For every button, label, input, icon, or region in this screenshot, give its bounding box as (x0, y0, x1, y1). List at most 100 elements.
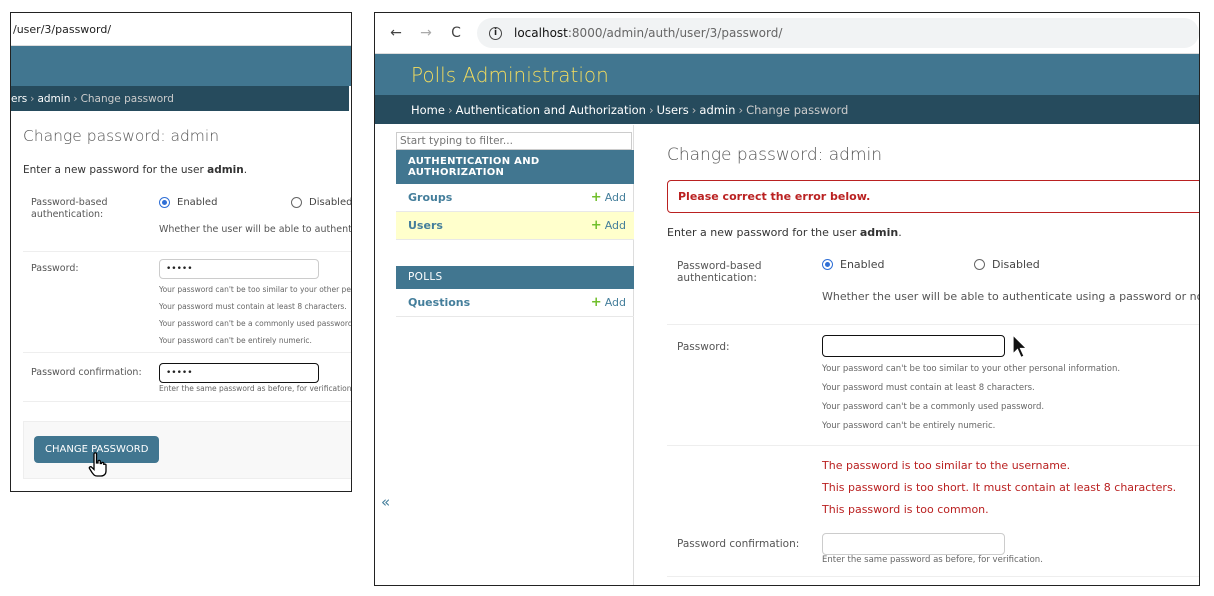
radio-unchecked-icon (291, 197, 302, 208)
page-title-text: Change password: admin (23, 127, 220, 145)
header-bar: Polls Administration (375, 54, 1199, 95)
radio-checked-icon (159, 197, 170, 208)
disabled-radio[interactable]: Disabled (291, 197, 352, 208)
site-info-icon[interactable]: i (489, 26, 502, 40)
auth-label: Password-based authentication: (677, 260, 762, 284)
add-user-link[interactable]: + Add (591, 218, 626, 233)
intro-text: Enter a new password for the user admin. (23, 164, 247, 176)
intro-username: admin (859, 226, 899, 239)
breadcrumb-separator: › (691, 102, 697, 117)
address-bar[interactable]: /user/3/password/ (11, 13, 351, 46)
enabled-radio[interactable]: Enabled (822, 258, 884, 271)
error-list: The password is too similar to the usern… (822, 455, 1176, 521)
radio-unchecked-icon (974, 259, 985, 270)
confirm-help: Enter the same password as before, for v… (822, 555, 1043, 565)
add-label: Add (604, 219, 626, 232)
add-label: Add (604, 296, 626, 309)
confirm-input[interactable] (822, 533, 1005, 555)
password-input[interactable]: ••••• (159, 259, 319, 279)
intro-username: admin (207, 164, 244, 176)
confirm-input[interactable]: ••••• (159, 363, 319, 383)
help-line: Your password must contain at least 8 ch… (159, 302, 347, 311)
password-label: Password: (677, 341, 730, 353)
url-text: /user/3/password/ (13, 22, 112, 36)
breadcrumb-separator: › (447, 102, 453, 117)
breadcrumb-separator: › (73, 92, 78, 105)
confirm-value: ••••• (166, 368, 193, 378)
add-label: Add (604, 191, 626, 204)
password-label: Password: (31, 263, 79, 274)
nav-filter-input[interactable] (396, 132, 632, 150)
auth-row: Password-based authentication: Enabled D… (23, 186, 352, 252)
users-link[interactable]: Users (408, 219, 443, 232)
breadcrumb-app[interactable]: Authentication and Authorization (456, 103, 646, 117)
auth-row: Password-based authentication: Enabled D… (667, 249, 1199, 325)
add-question-link[interactable]: + Add (591, 295, 626, 310)
breadcrumb-admin[interactable]: admin (699, 103, 735, 117)
help-line: Your password can't be a commonly used p… (159, 319, 352, 328)
help-line: Your password can't be entirely numeric. (822, 421, 996, 431)
browser-toolbar: ← → C i localhost:8000/admin/auth/user/3… (375, 13, 1199, 54)
site-title[interactable]: Polls Administration (411, 63, 609, 87)
add-group-link[interactable]: + Add (591, 190, 626, 205)
module-caption-polls[interactable]: POLLS (396, 266, 634, 289)
sidebar-item-users: Users + Add (396, 212, 634, 240)
breadcrumb-separator: › (738, 102, 744, 117)
intro-period: . (243, 164, 248, 176)
error-item: This password is too common. (822, 503, 989, 516)
enabled-radio[interactable]: Enabled (159, 197, 217, 208)
help-line: Your password can't be too similar to yo… (822, 364, 1121, 374)
breadcrumb-admin[interactable]: admin (37, 93, 70, 105)
help-line: Your password must contain at least 8 ch… (822, 383, 1035, 393)
disabled-radio[interactable]: Disabled (974, 258, 1040, 271)
toggle-sidebar-icon[interactable]: « (381, 493, 390, 511)
right-screenshot-panel: ← → C i localhost:8000/admin/auth/user/3… (374, 12, 1200, 586)
password-help: Your password can't be too similar to yo… (159, 281, 352, 349)
confirm-label: Password confirmation: (677, 538, 800, 550)
sidebar-item-questions: Questions + Add (396, 289, 634, 317)
breadcrumb-users[interactable]: Users (657, 103, 689, 117)
left-screenshot-panel: /user/3/password/ ers › admin › Change p… (10, 12, 352, 492)
password-row: Password: Your password can't be too sim… (667, 325, 1199, 446)
groups-link[interactable]: Groups (408, 191, 452, 204)
module-caption-auth[interactable]: AUTHENTICATION AND AUTHORIZATION (396, 150, 634, 184)
breadcrumb-separator: › (30, 92, 35, 105)
page-title: Change password: admin (23, 127, 219, 145)
intro-prefix: Enter a new password for the user (23, 164, 208, 176)
help-line: Your password can't be a commonly used p… (822, 402, 1045, 412)
plus-icon: + (590, 190, 602, 205)
confirm-label: Password confirmation: (31, 367, 142, 378)
password-input[interactable] (822, 335, 1005, 357)
breadcrumb-current: Change password (746, 102, 849, 117)
breadcrumb-users[interactable]: ers (11, 93, 27, 105)
page-title: Change password: admin (667, 145, 883, 165)
error-item: This password is too short. It must cont… (822, 481, 1177, 494)
auth-help: Whether the user will be able to authent… (159, 224, 352, 235)
plus-icon: + (590, 295, 602, 310)
disabled-label: Disabled (992, 258, 1040, 271)
intro-period: . (898, 226, 902, 239)
radio-checked-icon (822, 259, 833, 270)
enabled-label: Enabled (177, 197, 218, 208)
questions-link[interactable]: Questions (408, 296, 470, 309)
forward-arrow-icon[interactable]: → (411, 25, 441, 41)
url-path: :8000/admin/auth/user/3/password/ (567, 26, 783, 40)
auth-label: Password-based authentication: (31, 197, 108, 220)
password-value: ••••• (166, 264, 193, 274)
breadcrumb: ers › admin › Change password (11, 86, 349, 111)
enabled-label: Enabled (840, 258, 885, 271)
intro-text: Enter a new password for the user admin. (667, 226, 902, 239)
arrow-cursor-icon (1012, 334, 1028, 359)
back-arrow-icon[interactable]: ← (381, 25, 411, 41)
help-line: Your password can't be too similar to yo… (159, 285, 351, 294)
confirm-row: The password is too similar to the usern… (667, 455, 1199, 577)
reload-icon[interactable]: C (441, 25, 471, 41)
address-bar[interactable]: i localhost:8000/admin/auth/user/3/passw… (477, 18, 1199, 48)
confirm-row: Password confirmation: ••••• Enter the s… (23, 356, 352, 402)
plus-icon: + (590, 218, 602, 233)
url-host: localhost (514, 26, 568, 40)
breadcrumb-home[interactable]: Home (411, 103, 445, 117)
confirm-help: Enter the same password as before, for v… (159, 384, 352, 393)
disabled-label: Disabled (309, 197, 352, 208)
